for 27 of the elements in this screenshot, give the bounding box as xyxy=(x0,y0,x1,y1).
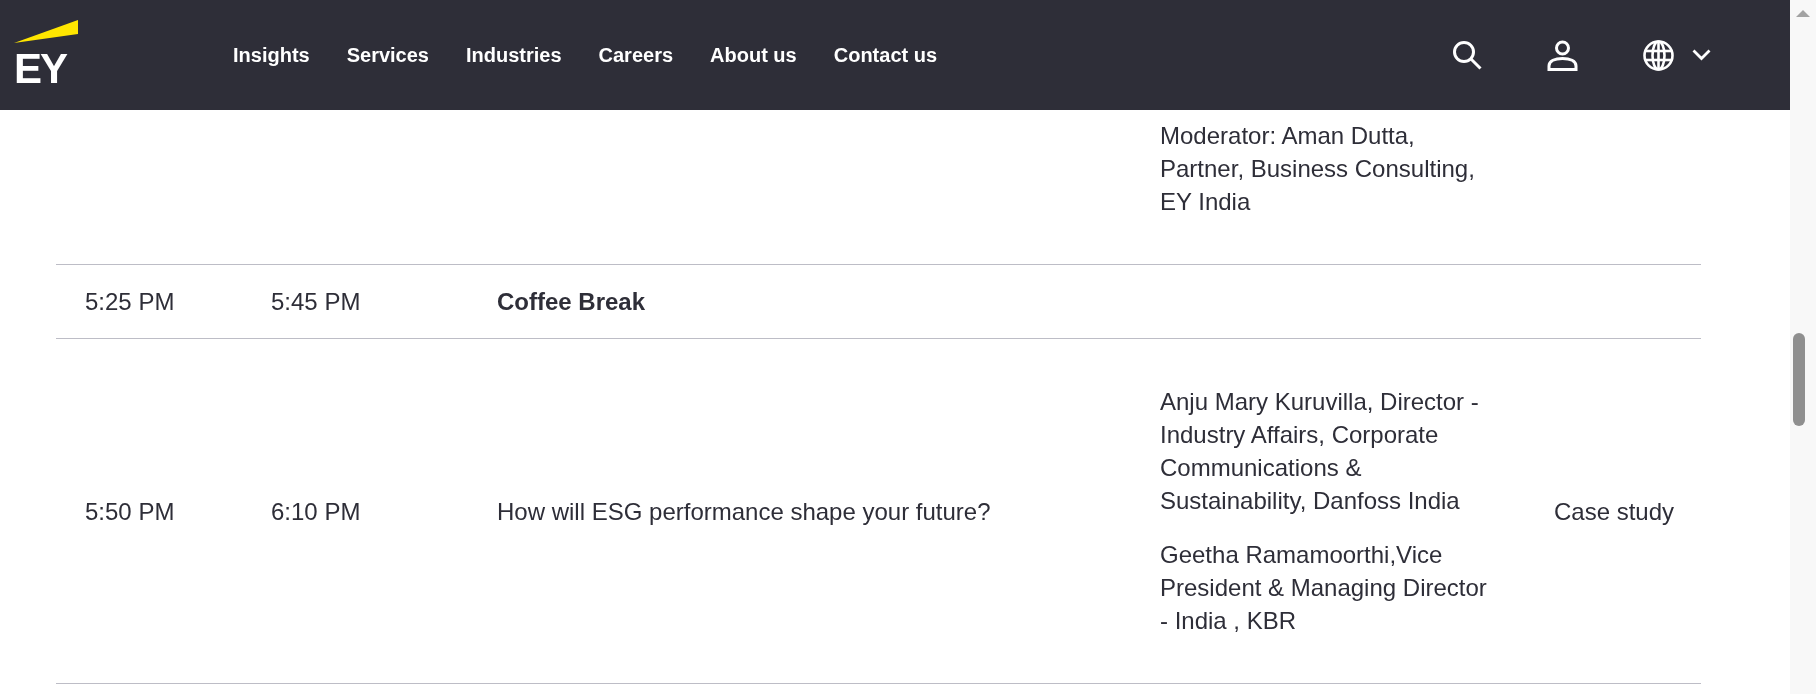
logo-link[interactable]: EY xyxy=(14,20,78,85)
table-cell-text: Case study xyxy=(1554,496,1676,527)
table-cell-text: 5:50 PM xyxy=(85,496,176,527)
person-icon xyxy=(1547,39,1578,71)
chevron-down-icon xyxy=(1692,49,1711,61)
speaker-text: Moderator: Aman Dutta, Partner, Business Consulting, EY India xyxy=(1160,121,1476,217)
stripe-icon xyxy=(14,20,78,44)
nav-link[interactable]: Careers xyxy=(598,43,674,67)
search-button[interactable] xyxy=(1452,40,1482,70)
table-cell-text: How will ESG performance shape your future? xyxy=(497,496,992,527)
speaker-text: Geetha Ramamoorthi,Vice President & Managing Director - India , KBR xyxy=(1160,540,1488,636)
table-cell-text: 5:45 PM xyxy=(271,287,362,317)
account-button[interactable] xyxy=(1547,39,1578,71)
table-cell-text: 5:25 PM xyxy=(85,287,176,317)
nav-link[interactable]: Services xyxy=(346,43,429,67)
table-cell-text: Coffee Break xyxy=(497,287,647,317)
language-button[interactable] xyxy=(1643,39,1711,71)
speaker-text: Anju Mary Kuruvilla, Director - Industry Affairs, Corporate Communications & Sustainability, Danfoss India xyxy=(1160,387,1480,516)
nav-link[interactable]: Insights xyxy=(233,43,310,67)
scrollbar[interactable] xyxy=(1790,0,1816,694)
nav-link[interactable]: Industries xyxy=(465,43,562,67)
nav-link[interactable]: Contact us xyxy=(833,43,938,67)
globe-icon xyxy=(1643,39,1674,71)
nav-link[interactable]: About us xyxy=(710,43,797,67)
scrollbar-thumb[interactable] xyxy=(1793,333,1805,426)
table-cell-text: 6:10 PM xyxy=(271,496,362,527)
search-icon xyxy=(1452,40,1482,70)
